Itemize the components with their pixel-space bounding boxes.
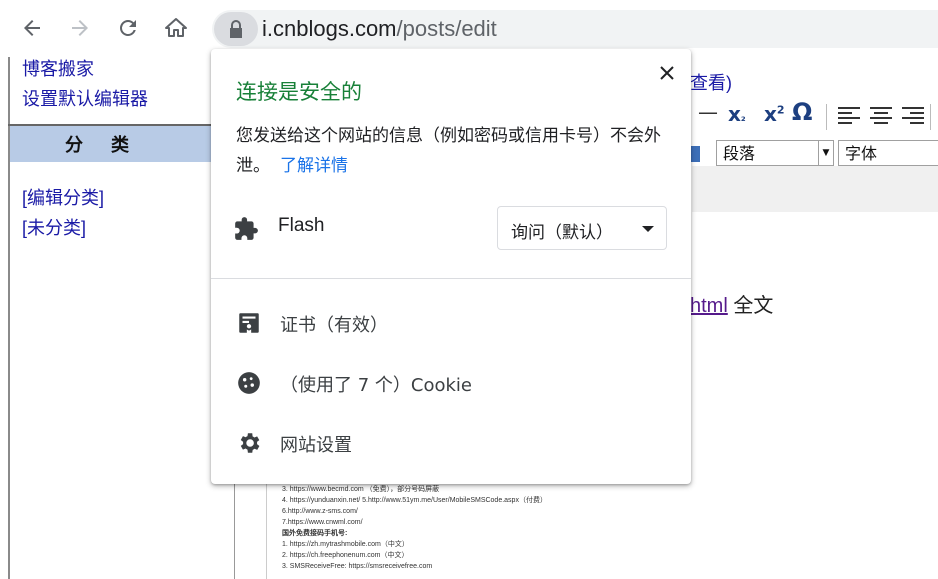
url-path: /posts/edit: [396, 16, 497, 41]
font-select[interactable]: 字体: [838, 140, 938, 166]
editor-toolbar: — x₂ x2 Ω: [692, 98, 938, 138]
editor-icon-partial[interactable]: [690, 146, 700, 162]
caret-down-icon: [642, 226, 654, 232]
menu-item-label: （使用了 7 个）Cookie: [280, 375, 472, 396]
popup-divider: [211, 278, 691, 279]
permission-select-value: 询问（默认）: [511, 223, 613, 243]
reload-button[interactable]: [110, 10, 146, 46]
permission-select[interactable]: 询问（默认）: [497, 206, 667, 250]
back-button[interactable]: [14, 10, 50, 46]
learn-more-link[interactable]: 了解详情: [280, 156, 348, 176]
category-link-uncategorized[interactable]: [未分类]: [22, 214, 86, 240]
url-text[interactable]: i.cnblogs.com/posts/edit: [262, 15, 497, 43]
reload-icon: [120, 19, 136, 36]
url-host: i.cnblogs.com: [262, 16, 397, 41]
forward-icon: [72, 20, 88, 36]
align-center-icon[interactable]: [870, 106, 892, 126]
category-header: 分类: [10, 126, 212, 162]
format-select-value: 段落: [723, 144, 756, 163]
menu-item-site-settings[interactable]: 网站设置: [211, 417, 691, 467]
doc-line: 国外免费接码手机号:: [282, 530, 348, 537]
home-button[interactable]: [158, 10, 194, 46]
popup-title: 连接是安全的: [236, 80, 362, 104]
sidebar-link-default-editor[interactable]: 设置默认编辑器: [22, 85, 148, 111]
editor-toolbar-bg: [692, 166, 938, 212]
font-select-value: 字体: [845, 144, 878, 163]
chevron-down-icon: ▼: [818, 141, 833, 165]
menu-item-label: 证书（有效）: [280, 315, 388, 336]
subscript-icon[interactable]: x₂: [728, 102, 746, 126]
format-select[interactable]: 段落 ▼: [716, 140, 834, 166]
toolbar-separator: [826, 104, 827, 130]
align-right-icon[interactable]: [902, 106, 924, 126]
home-icon: [165, 18, 187, 37]
content-text: 全文: [733, 295, 774, 317]
menu-item-label: 网站设置: [280, 435, 352, 456]
doc-line: 3. https://www.becmd.com （免费），部分号码屏蔽: [282, 486, 440, 493]
doc-line: 6.http://www.z-sms.com/: [282, 508, 358, 515]
view-link-fragment[interactable]: 查看): [690, 69, 732, 95]
forward-button[interactable]: [62, 10, 98, 46]
doc-line: 4. https://yunduanxin.net/ 5.http://www.…: [282, 497, 547, 504]
doc-line: 3. SMSReceiveFree: https://smsreceivefre…: [282, 563, 433, 570]
site-info-button[interactable]: [214, 12, 258, 46]
content-link[interactable]: html: [690, 295, 728, 317]
superscript-icon[interactable]: x2: [764, 102, 785, 126]
back-icon: [24, 20, 40, 36]
doc-line: 2. https://ch.freephonenum.com（中文）: [282, 552, 409, 559]
doc-line: 7.https://www.cnwml.com/: [282, 519, 363, 526]
toolbar-separator: [930, 104, 931, 130]
category-link-edit[interactable]: [编辑分类]: [22, 184, 104, 210]
puzzle-icon: [235, 217, 258, 240]
site-info-popup: 连接是安全的 您发送给这个网站的信息（例如密码或信用卡号）不会外泄。 了解详情 F…: [211, 49, 691, 484]
close-button[interactable]: [655, 61, 679, 85]
menu-item-certificate[interactable]: 证书（有效）: [211, 297, 691, 347]
lock-icon: [230, 20, 242, 38]
special-char-icon[interactable]: Ω: [792, 98, 812, 126]
menu-item-cookies[interactable]: （使用了 7 个）Cookie: [211, 357, 691, 407]
horizontal-rule-icon[interactable]: —: [698, 100, 718, 124]
sidebar-link-migrate[interactable]: 博客搬家: [22, 55, 94, 81]
cookie-icon: [238, 372, 260, 394]
popup-description: 您发送给这个网站的信息（例如密码或信用卡号）不会外泄。 了解详情: [236, 121, 676, 181]
certificate-icon: [239, 313, 259, 333]
doc-line: 1. https://zh.mytrashmobile.com（中文）: [282, 541, 409, 548]
close-icon: [660, 66, 674, 80]
align-left-icon[interactable]: [838, 106, 860, 126]
content-fragment: html 全文: [690, 289, 773, 318]
gear-icon: [240, 433, 260, 453]
doc-margin-line: [266, 480, 267, 579]
permission-label: Flash: [278, 215, 325, 236]
permission-row-flash: Flash 询问（默认）: [211, 204, 691, 254]
